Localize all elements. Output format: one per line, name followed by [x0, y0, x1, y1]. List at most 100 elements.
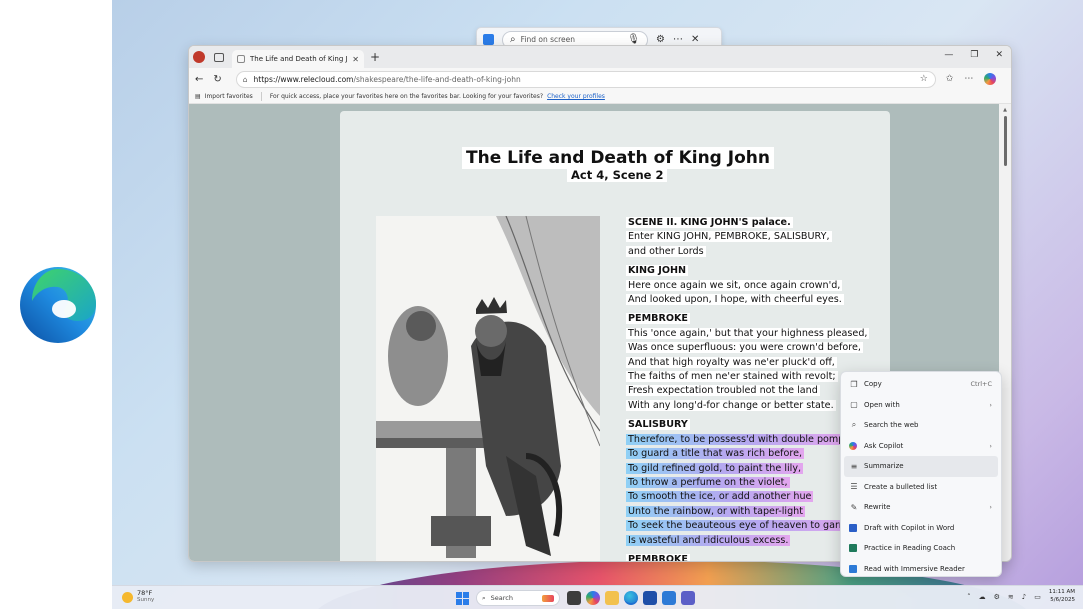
menu-item-draft-word[interactable]: Draft with Copilot in Word — [844, 518, 998, 539]
check-profiles-link[interactable]: Check your profiles — [547, 93, 605, 100]
menu-item-immersive-reader[interactable]: Read with Immersive Reader — [844, 559, 998, 580]
menu-item-open-with[interactable]: ▢ Open with › — [844, 395, 998, 416]
sun-icon — [122, 591, 133, 603]
weather-condition: Sunny — [137, 597, 155, 603]
copy-shortcut: Ctrl+C — [970, 380, 992, 389]
play-script[interactable]: SCENE II. KING JOHN'S palace. Enter KING… — [626, 216, 876, 561]
teams-icon[interactable] — [681, 591, 695, 605]
selected-script-line[interactable]: Unto the rainbow, or with taper-light — [626, 505, 876, 519]
minimize-icon[interactable]: — — [944, 50, 953, 60]
copilot-square-icon[interactable] — [483, 34, 494, 45]
selected-script-line[interactable]: To guard a title that was rich before, — [626, 447, 876, 461]
search-highlight-icon — [542, 594, 554, 602]
refresh-icon[interactable]: ↻ — [213, 74, 221, 85]
weather-temp: 78°F — [137, 589, 153, 597]
edge-taskbar-icon[interactable] — [624, 591, 638, 605]
clock[interactable]: 11:11 AM 5/6/2025 — [1049, 589, 1075, 604]
find-placeholder: Find on screen — [520, 35, 576, 44]
address-bar-row: ← ↻ ⌂ https://www.relecloud.com/shakespe… — [189, 68, 1011, 90]
selected-script-line[interactable]: To smooth the ice, or add another hue — [626, 490, 876, 504]
onedrive-icon[interactable]: ☁ — [979, 593, 986, 601]
tab-favicon-icon — [237, 55, 245, 63]
script-line: The faiths of men ne'er stained with rev… — [626, 371, 838, 383]
weather-widget[interactable]: 78°F Sunny — [122, 590, 154, 604]
immersive-reader-icon — [849, 564, 857, 573]
speaker-name: PEMBROKE — [626, 313, 690, 325]
tab-close-icon[interactable]: ✕ — [352, 55, 359, 64]
scroll-up-icon[interactable]: ▲ — [999, 107, 1011, 113]
tab-actions-icon[interactable] — [214, 52, 224, 62]
taskbar: 78°F Sunny ⌕ Search ˄ ☁ ⚙ ≋ ♪ ▭ 11:11 AM… — [112, 585, 1083, 609]
more-icon[interactable]: ⋯ — [673, 34, 683, 45]
search-web-icon: ⌕ — [851, 420, 857, 430]
menu-item-reading-coach[interactable]: Practice in Reading Coach — [844, 538, 998, 559]
profile-avatar[interactable] — [193, 51, 205, 63]
script-line: With any long'd-for change or better sta… — [626, 399, 836, 411]
script-line: And that high royalty was ne'er pluck'd … — [626, 356, 837, 368]
menu-item-copy[interactable]: ❐ Copy Ctrl+C — [844, 374, 998, 395]
speaker-name: SALISBURY — [626, 419, 690, 431]
script-line: and other Lords — [626, 245, 706, 257]
script-line: SCENE II. KING JOHN'S palace. — [626, 217, 793, 228]
new-tab-icon[interactable]: + — [370, 50, 380, 64]
menu-item-rewrite[interactable]: ✎ Rewrite › — [844, 497, 998, 518]
favorites-icon[interactable]: ✩ — [946, 74, 954, 84]
selected-script-line[interactable]: To gild refined gold, to paint the lily, — [626, 462, 876, 476]
site-info-icon[interactable]: ⌂ — [243, 75, 248, 84]
favbar-separator — [260, 92, 262, 101]
script-line: And looked upon, I hope, with cheerful e… — [626, 294, 844, 306]
microphone-icon[interactable]: 🎙 — [627, 34, 640, 45]
volume-icon[interactable]: ♪ — [1022, 593, 1026, 601]
summarize-icon: ≡ — [850, 461, 858, 471]
script-line: Fresh expectation troubled not the land — [626, 385, 820, 397]
file-explorer-icon[interactable] — [605, 591, 619, 605]
clock-time: 11:11 AM — [1048, 589, 1075, 595]
scroll-thumb[interactable] — [1003, 116, 1007, 166]
selected-script-line[interactable]: Therefore, to be possess'd with double p… — [626, 433, 876, 447]
selected-script-line[interactable]: To throw a perfume on the violet, — [626, 476, 876, 490]
rewrite-icon: ✎ — [850, 502, 858, 512]
battery-icon[interactable]: ▭ — [1034, 593, 1041, 601]
speaker-name: PEMBROKE — [626, 553, 876, 561]
close-icon[interactable]: ✕ — [691, 34, 699, 45]
maximize-icon[interactable]: ❐ — [970, 50, 978, 60]
address-bar[interactable]: ⌂ https://www.relecloud.com/shakespeare/… — [235, 70, 936, 88]
taskbar-search[interactable]: ⌕ Search — [476, 590, 560, 606]
menu-item-search-web[interactable]: ⌕ Search the web — [844, 415, 998, 436]
wifi-icon[interactable]: ≋ — [1008, 593, 1014, 601]
copilot-icon[interactable] — [984, 73, 997, 85]
taskbar-apps: ⌕ Search — [456, 590, 695, 606]
outlook-icon[interactable] — [662, 591, 676, 605]
bulleted-list-icon: ☰ — [850, 482, 858, 492]
window-controls: — ❐ ✕ — [944, 50, 1003, 60]
start-icon[interactable] — [456, 591, 469, 605]
back-icon[interactable]: ← — [195, 74, 203, 85]
edge-logo-icon — [20, 267, 96, 343]
chevron-right-icon: › — [989, 503, 992, 512]
import-favorites-button[interactable]: Import favorites — [205, 93, 253, 100]
store-icon[interactable] — [643, 591, 657, 605]
favorites-hint: For quick access, place your favorites h… — [269, 93, 544, 100]
tab-title: The Life and Death of King John — [250, 55, 347, 63]
browser-tab[interactable]: The Life and Death of King John ✕ — [232, 50, 364, 68]
window-close-icon[interactable]: ✕ — [995, 50, 1003, 60]
speaker-name: KING JOHN — [626, 265, 689, 277]
chevron-up-icon[interactable]: ˄ — [967, 593, 971, 601]
menu-item-summarize[interactable]: ≡ Summarize — [844, 456, 998, 477]
copilot-tray-icon[interactable]: ⚙ — [994, 593, 1000, 601]
word-icon — [849, 523, 857, 532]
king-john-illustration — [376, 216, 600, 561]
selected-script-line[interactable]: To seek the beauteous eye of heaven to g… — [626, 519, 876, 533]
more-options-icon[interactable]: ⋯ — [964, 74, 973, 84]
url-path: /shakespeare/the-life-and-death-of-king-… — [353, 74, 521, 84]
url-host: https://www.relecloud.com — [253, 74, 354, 84]
search-icon: ⌕ — [510, 33, 516, 45]
menu-item-bulleted-list[interactable]: ☰ Create a bulleted list — [844, 477, 998, 498]
settings-icon[interactable]: ⚙ — [656, 34, 665, 45]
task-view-icon[interactable] — [567, 591, 581, 605]
selected-script-line[interactable]: Is wasteful and ridiculous excess. — [626, 534, 876, 548]
menu-item-ask-copilot[interactable]: Ask Copilot › — [844, 436, 998, 457]
favorite-star-icon[interactable]: ☆ — [920, 74, 928, 84]
clock-date: 5/6/2025 — [1050, 596, 1075, 603]
copilot-taskbar-icon[interactable] — [586, 591, 600, 605]
